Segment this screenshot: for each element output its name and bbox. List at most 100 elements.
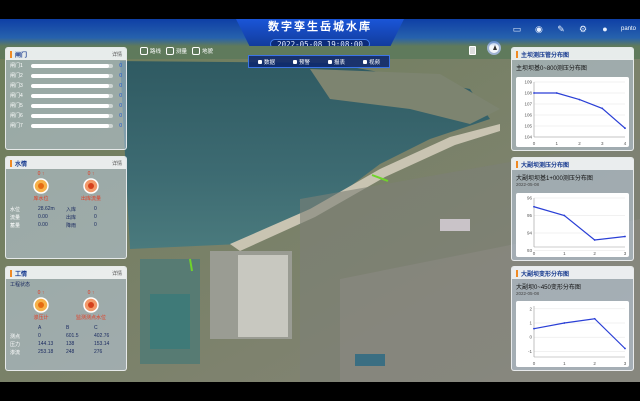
gate-value: 0 bbox=[119, 102, 122, 109]
gate-row[interactable]: 闸门7 0 bbox=[6, 121, 126, 130]
tool-measure-button[interactable]: 测量 bbox=[166, 47, 187, 55]
gauge-label: 渗压计 bbox=[33, 315, 49, 321]
table-cell: 248 bbox=[66, 349, 75, 355]
x-tick-label: 4 bbox=[624, 141, 627, 146]
water-data-table: 水位 28.62m 入库 0 流量 0.00 出库 0 蓄量 0.00 降雨 0 bbox=[10, 205, 122, 229]
gate-row[interactable]: 闸门3 0 bbox=[6, 81, 126, 90]
tool-label: 地貌 bbox=[202, 49, 214, 55]
message-icon[interactable]: ◉ bbox=[533, 23, 545, 35]
panel-marker bbox=[10, 269, 12, 277]
table-cell: 0 bbox=[94, 214, 97, 220]
data-point bbox=[578, 98, 581, 101]
layer-warning-button[interactable]: 预警 bbox=[292, 58, 310, 66]
table-row: 压力 144.13 138 153.14 bbox=[10, 340, 122, 348]
table-row: 蓄量 0.00 降雨 0 bbox=[10, 221, 122, 229]
table-cell: C bbox=[94, 325, 98, 331]
wrench-icon[interactable]: ✎ bbox=[555, 23, 567, 35]
table-row: 水位 28.62m 入库 0 bbox=[10, 205, 122, 213]
gate-value: 0 bbox=[119, 72, 122, 79]
data-point bbox=[533, 205, 535, 208]
gate-list: 闸门1 0 闸门2 0 闸门3 0 闸门4 0 闸门5 0 闸门6 0 闸门7 0 bbox=[6, 61, 126, 130]
details-link[interactable]: 详情 bbox=[112, 51, 122, 58]
gauge-label: 库水位 bbox=[33, 196, 49, 202]
gate-row[interactable]: 闸门1 0 bbox=[6, 61, 126, 70]
panel-marker bbox=[516, 50, 518, 58]
map-toolbar: 路线 测量 地貌 bbox=[140, 47, 213, 55]
panel-title: 主坝测压管分布图 bbox=[521, 52, 570, 59]
gauge-label: 出库流量 bbox=[80, 196, 101, 202]
view-cube-icon[interactable] bbox=[469, 46, 476, 55]
gate-bar bbox=[31, 113, 113, 118]
layer-data-button[interactable]: 数据 bbox=[257, 58, 275, 66]
table-cell: 出库 bbox=[66, 214, 77, 221]
gate-bar bbox=[31, 93, 113, 98]
y-tick-label: 94 bbox=[527, 231, 533, 236]
gate-label: 闸门5 bbox=[10, 103, 23, 109]
gate-row[interactable]: 闸门4 0 bbox=[6, 91, 126, 100]
x-tick-label: 0 bbox=[533, 141, 536, 146]
tool-terrain-button[interactable]: 地貌 bbox=[192, 47, 213, 55]
gauge-label: 监测测点水位 bbox=[75, 315, 106, 321]
layer-report-button[interactable]: 报表 bbox=[327, 58, 345, 66]
warning-icon bbox=[292, 59, 297, 64]
y-tick-label: 104 bbox=[524, 135, 532, 140]
table-cell: 蓄量 bbox=[10, 222, 21, 229]
gate-row[interactable]: 闸门5 0 bbox=[6, 101, 126, 110]
measure-icon bbox=[166, 47, 175, 55]
x-tick-label: 2 bbox=[578, 141, 581, 146]
chart-panel-subdam-deformation: 大副坝变形分布图 大副坝0~450变形分布图 2022-05-08 2 1 0 -1 0… bbox=[511, 266, 634, 371]
layer-label: 视频 bbox=[368, 59, 380, 66]
gauge: 0 ↑ 监测测点水位 bbox=[74, 290, 108, 321]
gauge-ring-icon bbox=[83, 297, 99, 313]
series-line bbox=[534, 92, 626, 129]
username[interactable]: panto bbox=[621, 26, 636, 32]
layer-label: 数据 bbox=[263, 59, 275, 66]
panel-title: 水情 bbox=[15, 161, 28, 168]
gate-row[interactable]: 闸门6 0 bbox=[6, 111, 126, 120]
gate-label: 闸门2 bbox=[10, 73, 23, 79]
monitor-icon[interactable]: ▭ bbox=[511, 23, 523, 35]
details-link[interactable]: 详情 bbox=[112, 270, 122, 277]
table-row: 测点 0 601.5 402.76 bbox=[10, 332, 122, 340]
chart-panel-main-dam: 主坝测压管分布图 主坝坝基0~800测压分布图 109 108 107 106 105 1… bbox=[511, 47, 634, 151]
gate-row[interactable]: 闸门2 0 bbox=[6, 71, 126, 80]
gate-bar bbox=[31, 83, 113, 88]
table-cell: 0 bbox=[94, 222, 97, 228]
y-tick-label: 105 bbox=[524, 124, 532, 129]
panel-marker bbox=[10, 159, 12, 167]
panel-title: 闸门 bbox=[15, 52, 28, 59]
chart-title: 主坝坝基0~800测压分布图 bbox=[516, 66, 587, 72]
y-tick-label: 1 bbox=[529, 321, 532, 326]
y-tick-label: 106 bbox=[524, 113, 532, 118]
gate-bar-fill bbox=[31, 123, 109, 128]
x-tick-label: 1 bbox=[563, 251, 566, 256]
work-panel: 工情 详情 工程状态 0 ↑ 渗压计 0 ↑ 监测测点水位 A B C 测点 0 601.… bbox=[5, 266, 127, 371]
gate-bar bbox=[31, 103, 113, 108]
data-point bbox=[593, 317, 596, 320]
data-point bbox=[624, 127, 626, 130]
user-icon[interactable]: ● bbox=[599, 23, 611, 35]
layer-video-button[interactable]: 视频 bbox=[362, 58, 380, 66]
gate-label: 闸门1 bbox=[10, 63, 23, 69]
terrain-icon bbox=[192, 47, 201, 55]
table-cell: 253.18 bbox=[38, 349, 54, 355]
tool-label: 路线 bbox=[150, 49, 162, 55]
table-cell: 402.76 bbox=[94, 333, 110, 339]
settings-icon[interactable]: ⚙ bbox=[577, 23, 589, 35]
data-point bbox=[555, 92, 558, 94]
tool-route-button[interactable]: 路线 bbox=[140, 47, 161, 55]
y-tick-label: 93 bbox=[527, 248, 533, 253]
line-chart[interactable]: 2 1 0 -1 0 1 2 3 bbox=[516, 301, 631, 367]
line-chart[interactable]: 96 95 94 930 1 2 3 bbox=[516, 193, 631, 257]
panel-header: 大副坝测压分布图 bbox=[512, 158, 633, 170]
details-link[interactable]: 详情 bbox=[112, 160, 122, 167]
y-tick-label: -1 bbox=[528, 349, 532, 354]
gate-label: 闸门7 bbox=[10, 123, 23, 129]
layer-switch-bar: 数据 预警 报表 视频 bbox=[248, 55, 390, 68]
line-chart[interactable]: 109 108 107 106 105 1040 1 2 3 4 bbox=[516, 77, 631, 147]
table-row: 流量 0.00 出库 0 bbox=[10, 213, 122, 221]
gauge: 0 ↑ 库水位 bbox=[24, 171, 58, 202]
table-cell: 渗流 bbox=[10, 349, 21, 356]
page-title: 数字孪生岳城水库 bbox=[268, 21, 372, 33]
chart-title: 大副坝坝基1+000测压分布图 bbox=[516, 176, 593, 182]
